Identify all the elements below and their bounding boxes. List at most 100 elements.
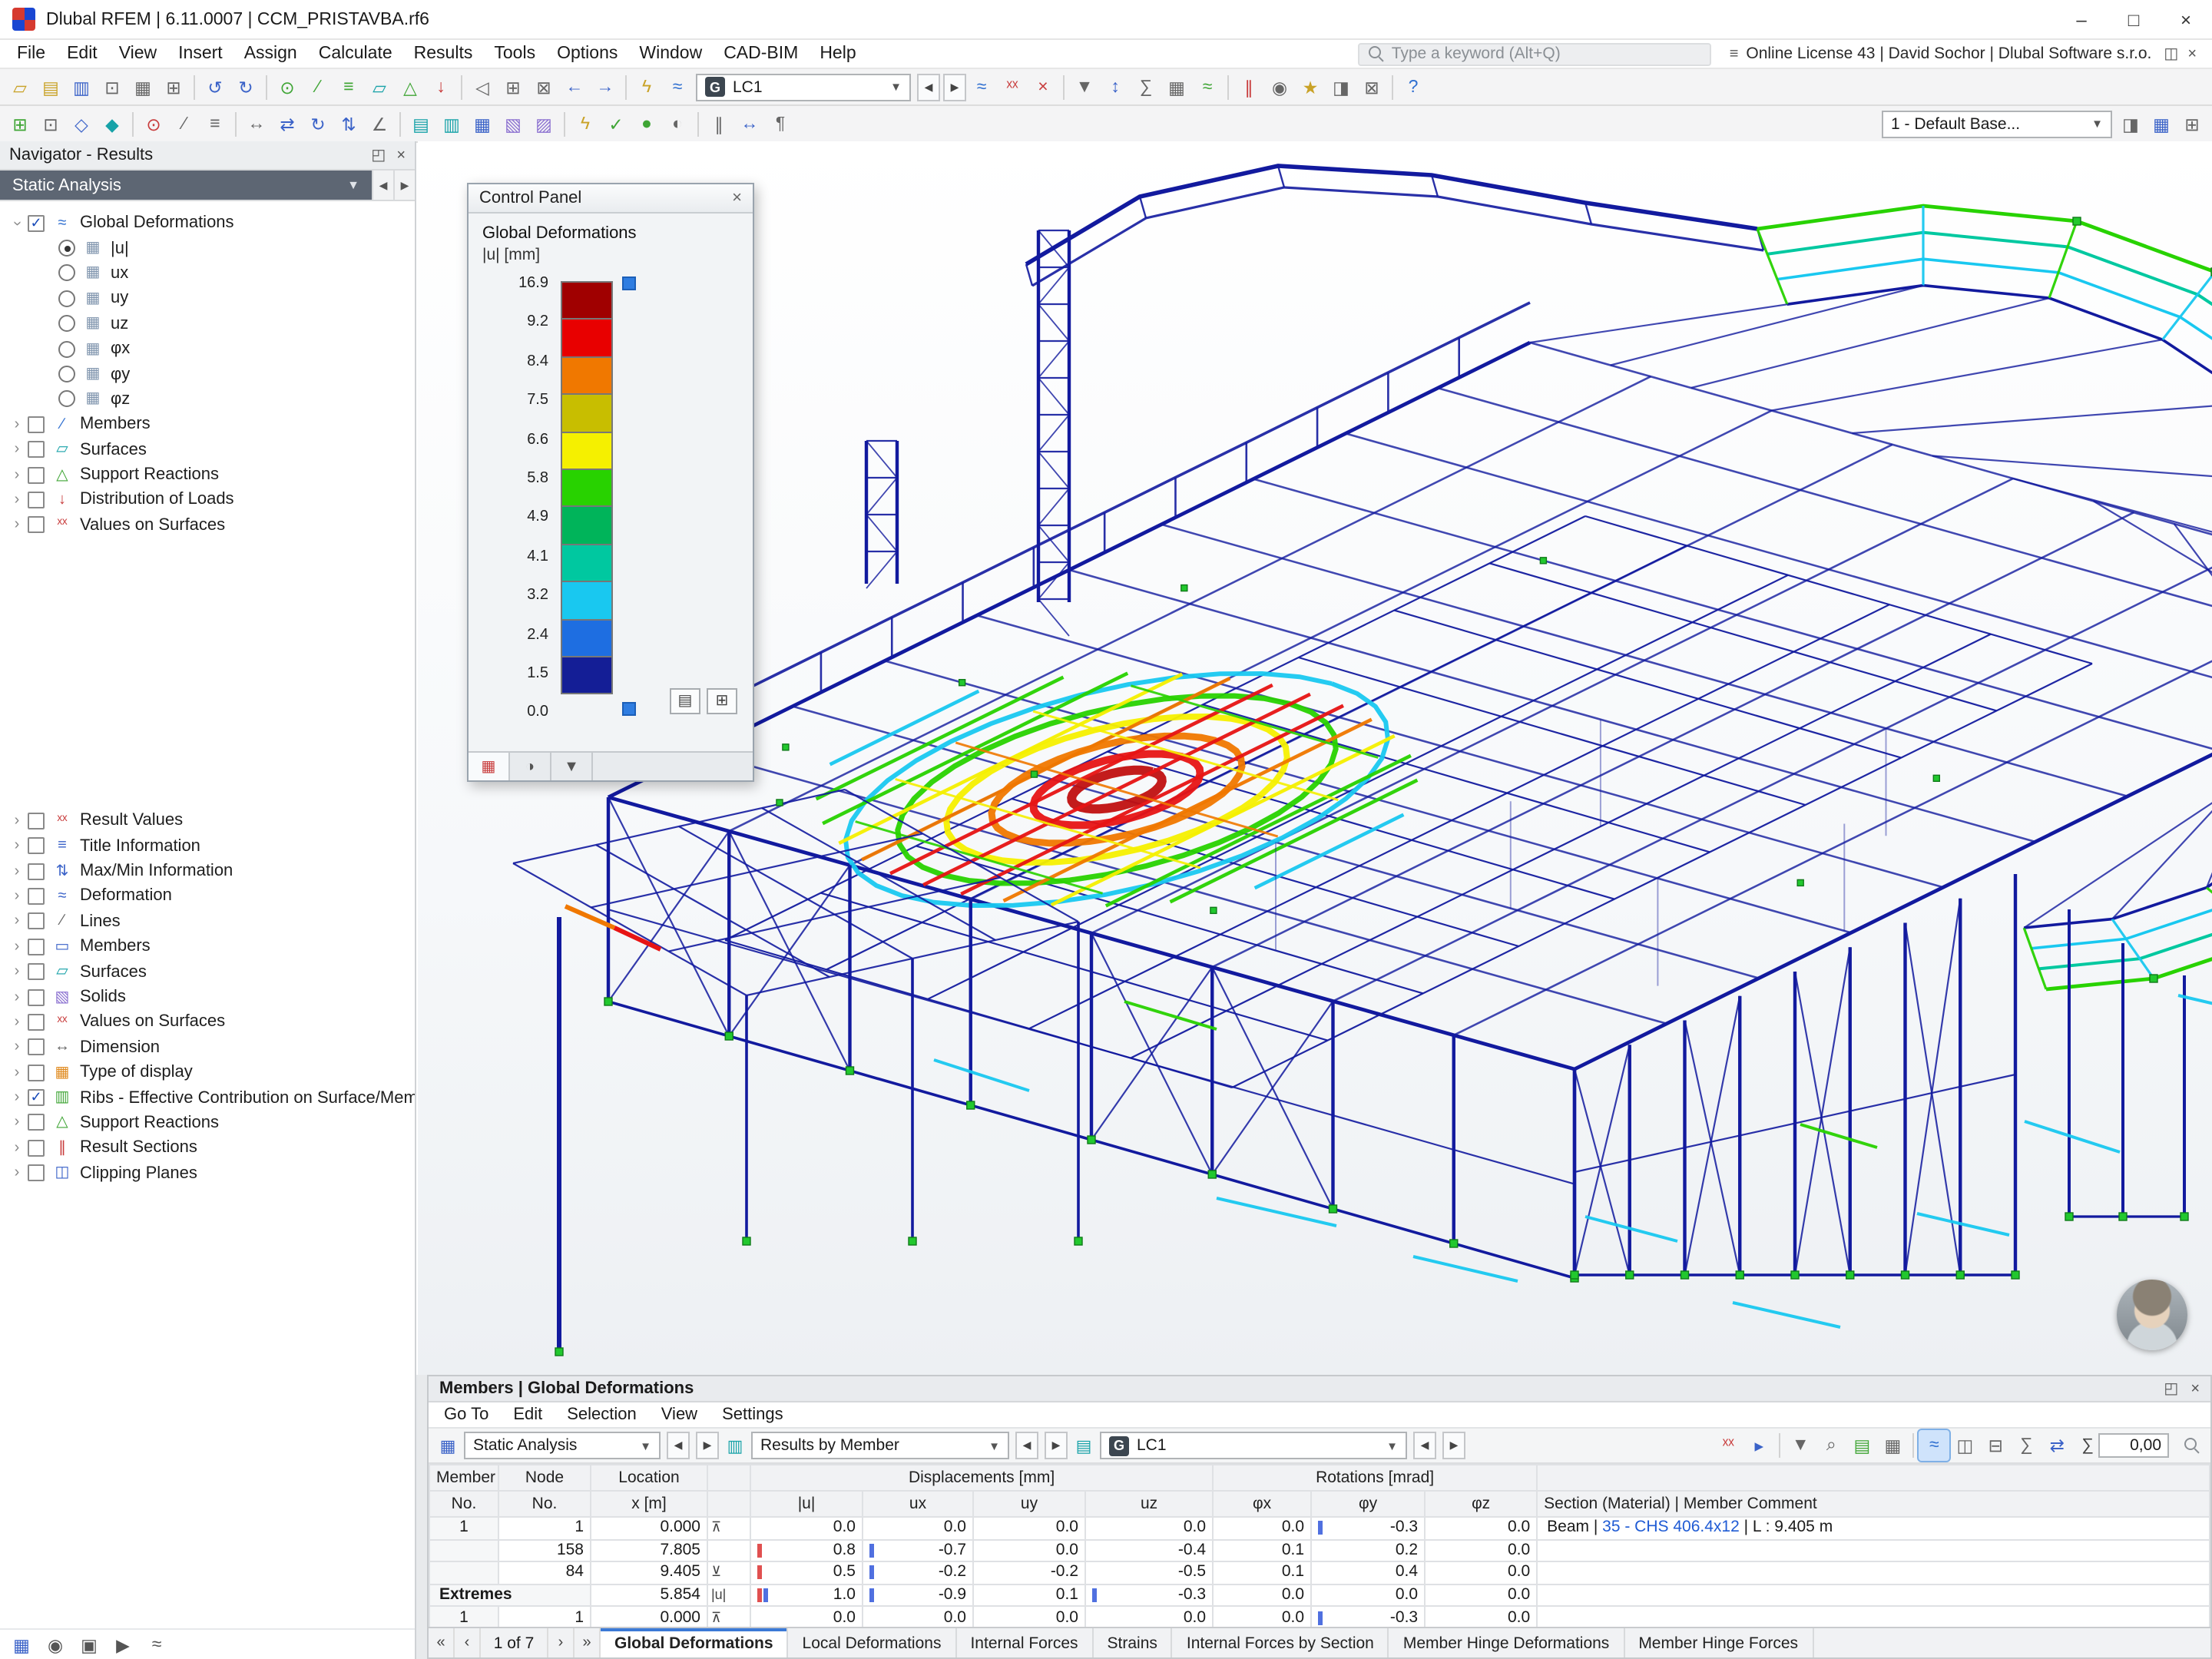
minimize-button[interactable]: – bbox=[2055, 0, 2108, 38]
menu-view[interactable]: View bbox=[108, 45, 167, 63]
show-results-icon[interactable]: ≈ bbox=[966, 71, 997, 102]
freeze-icon[interactable]: ⊟ bbox=[1980, 1430, 2011, 1461]
next-load-case-button[interactable]: ▶ bbox=[943, 73, 966, 101]
checkbox[interactable] bbox=[28, 1164, 45, 1181]
user-avatar[interactable] bbox=[2117, 1280, 2187, 1350]
next-analysis-button[interactable]: ▶ bbox=[696, 1432, 719, 1459]
render-settings-icon[interactable]: ◨ bbox=[2115, 108, 2146, 139]
first-page-button[interactable]: « bbox=[429, 1628, 455, 1657]
workplane-icon[interactable]: ◆ bbox=[97, 108, 127, 139]
checkbox[interactable]: ✓ bbox=[28, 1089, 45, 1106]
display-settings-icon[interactable]: ▦ bbox=[6, 1629, 37, 1659]
tree-item-result-values[interactable]: ›ˣˣResult Values bbox=[0, 808, 415, 833]
line-snap-icon[interactable]: ∕ bbox=[169, 108, 200, 139]
next-load-case-button[interactable]: ▶ bbox=[1442, 1432, 1465, 1459]
copy-icon[interactable]: ⊞ bbox=[158, 71, 189, 102]
tree-item-clipping-planes[interactable]: ›◫Clipping Planes bbox=[0, 1161, 415, 1186]
next-results-button[interactable]: ▶ bbox=[1045, 1432, 1068, 1459]
visibility-icon[interactable]: ◉ bbox=[1264, 71, 1295, 102]
tree-item-y[interactable]: ▦φy bbox=[0, 362, 415, 387]
checkbox[interactable] bbox=[28, 517, 45, 534]
menu-cad-bim[interactable]: CAD-BIM bbox=[713, 45, 809, 63]
tree-item-dimension[interactable]: ›↔Dimension bbox=[0, 1035, 415, 1060]
checkbox[interactable] bbox=[28, 466, 45, 483]
previous-analysis-button[interactable]: ◀ bbox=[372, 171, 393, 200]
align-icon[interactable]: ⇅ bbox=[333, 108, 364, 139]
results-toggle-icon[interactable]: ≈ bbox=[662, 71, 693, 102]
radio[interactable] bbox=[58, 340, 75, 357]
previous-view-icon[interactable]: ← bbox=[559, 71, 590, 102]
expand-chevron-icon[interactable]: › bbox=[8, 492, 26, 508]
checkbox[interactable] bbox=[28, 863, 45, 879]
col-member[interactable]: Member bbox=[429, 1465, 498, 1491]
menu-help[interactable]: Help bbox=[809, 45, 866, 63]
midpoint-icon[interactable]: ≡ bbox=[200, 108, 230, 139]
expand-chevron-icon[interactable]: › bbox=[8, 813, 26, 830]
col-uz[interactable]: uz bbox=[1085, 1491, 1213, 1517]
expand-chevron-icon[interactable]: › bbox=[8, 837, 26, 854]
menu-file[interactable]: File bbox=[6, 45, 56, 63]
result-values-icon[interactable]: ˣˣ bbox=[997, 71, 1028, 102]
next-analysis-button[interactable]: ▶ bbox=[393, 171, 415, 200]
settings-icon[interactable]: ⊡ bbox=[97, 71, 127, 102]
tree-item-global-deformations[interactable]: ›✓≈Global Deformations bbox=[0, 210, 415, 236]
table-search-icon[interactable] bbox=[2178, 1432, 2204, 1459]
control-panel-titlebar[interactable]: Control Panel × bbox=[469, 184, 753, 214]
fullscreen-icon[interactable]: ⊞ bbox=[2177, 108, 2207, 139]
layout-icon[interactable]: ◫ bbox=[2164, 45, 2178, 62]
sum-icon[interactable]: ∑ bbox=[1131, 71, 1161, 102]
menu-results[interactable]: Results bbox=[403, 45, 484, 63]
expand-chevron-icon[interactable]: › bbox=[8, 517, 26, 534]
export-icon[interactable]: ▤ bbox=[1846, 1430, 1877, 1461]
table-analysis-combo[interactable]: Static Analysis ▼ bbox=[464, 1432, 661, 1459]
checkbox[interactable] bbox=[28, 938, 45, 955]
move-icon[interactable]: ↔ bbox=[241, 108, 272, 139]
favorites-icon[interactable]: ★ bbox=[1295, 71, 1326, 102]
insert-load-icon[interactable]: ↓ bbox=[426, 71, 456, 102]
table-row[interactable]: Extremes5.854|u|1.0-0.90.1-0.30.00.00.0 bbox=[429, 1584, 2210, 1607]
ortho-icon[interactable]: ◇ bbox=[66, 108, 97, 139]
panel-color-scale-tab[interactable]: ▦ bbox=[469, 753, 510, 780]
select-icon[interactable]: ◁ bbox=[467, 71, 498, 102]
col-location-x[interactable]: x [m] bbox=[591, 1491, 707, 1517]
tree-item-lines[interactable]: ›∕Lines bbox=[0, 909, 415, 934]
zoom-fit-icon[interactable]: ⊠ bbox=[528, 71, 559, 102]
online-status-icon[interactable]: ● bbox=[631, 108, 662, 139]
camera-icon[interactable]: ▣ bbox=[74, 1629, 104, 1659]
view-sphere-icon[interactable]: ◐ bbox=[662, 108, 693, 139]
table-menu-view[interactable]: View bbox=[649, 1406, 710, 1424]
close-icon[interactable]: × bbox=[396, 147, 406, 164]
graph-icon[interactable]: ≈ bbox=[141, 1629, 172, 1659]
table-tab-strains[interactable]: Strains bbox=[1094, 1628, 1173, 1657]
radio[interactable] bbox=[58, 366, 75, 382]
next-page-button[interactable]: › bbox=[548, 1628, 575, 1657]
col-node-no[interactable]: No. bbox=[498, 1491, 591, 1517]
expand-chevron-icon[interactable]: › bbox=[8, 1014, 26, 1031]
insert-member-icon[interactable]: ≡ bbox=[333, 71, 364, 102]
check-model-icon[interactable]: ✓ bbox=[601, 108, 631, 139]
diagram-icon[interactable]: ≈ bbox=[1192, 71, 1223, 102]
generate-icon[interactable]: ϟ bbox=[570, 108, 601, 139]
close-icon[interactable]: × bbox=[732, 189, 742, 207]
tree-item-surfaces[interactable]: ›▱Surfaces bbox=[0, 437, 415, 462]
scale-reset-button[interactable]: ⊞ bbox=[707, 688, 737, 714]
tree-item-members[interactable]: ›▭Members bbox=[0, 934, 415, 959]
undo-icon[interactable]: ↺ bbox=[200, 71, 230, 102]
table-scroll-area[interactable]: Member Node Location Displacements [mm] … bbox=[429, 1464, 2210, 1627]
col-uy[interactable]: uy bbox=[973, 1491, 1085, 1517]
tree-item-x[interactable]: ▦φx bbox=[0, 336, 415, 362]
tree-item-solids[interactable]: ›▧Solids bbox=[0, 985, 415, 1010]
insert-surface-icon[interactable]: ▱ bbox=[364, 71, 395, 102]
tree-item-distribution-of-loads[interactable]: ›↓Distribution of Loads bbox=[0, 488, 415, 513]
new-model-icon[interactable]: ▱ bbox=[5, 71, 35, 102]
checkbox[interactable] bbox=[28, 492, 45, 508]
menu-calculate[interactable]: Calculate bbox=[308, 45, 403, 63]
expand-chevron-icon[interactable]: › bbox=[8, 913, 26, 930]
animation-icon[interactable]: ▶ bbox=[108, 1629, 138, 1659]
col-ux[interactable]: ux bbox=[863, 1491, 973, 1517]
table-menu-selection[interactable]: Selection bbox=[555, 1406, 649, 1424]
table-row[interactable]: 849.405⊻0.5-0.2-0.2-0.50.10.40.0 bbox=[429, 1561, 2210, 1584]
checkbox[interactable] bbox=[28, 988, 45, 1005]
redo-icon[interactable]: ↻ bbox=[230, 71, 261, 102]
menu-assign[interactable]: Assign bbox=[233, 45, 308, 63]
